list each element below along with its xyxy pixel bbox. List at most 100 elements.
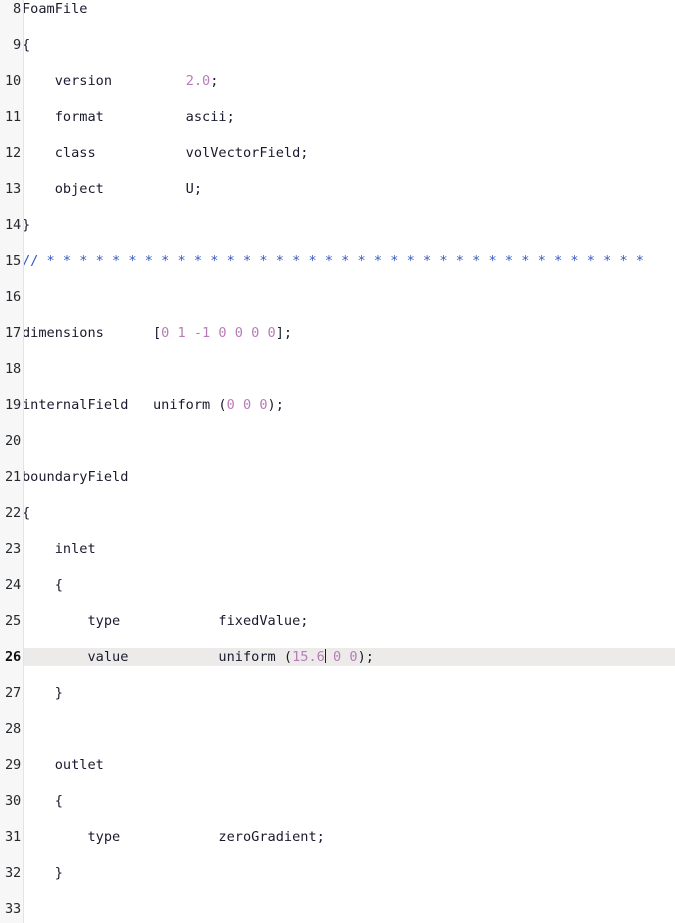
comment-token: // * * * * * * * * * * * * * * * * * * *… [22,253,644,269]
code-line-content: boundaryField [22,468,128,486]
line-number: 29 [5,757,21,773]
number-token: 0 0 [333,649,358,665]
code-line[interactable]: 24 { [0,576,675,594]
line-number: 20 [5,433,21,449]
line-number: 33 [5,901,21,917]
code-token: class volVectorField; [22,145,309,161]
code-line[interactable]: 8 FoamFile [0,0,675,18]
line-number: 9 [13,37,21,53]
code-token: internalField uniform ( [22,397,227,413]
code-token: } [22,217,31,233]
line-number: 26 [5,649,21,665]
code-token: } [22,865,63,881]
code-line[interactable]: 19 internalField uniform (0 0 0); [0,396,675,414]
line-number: 14 [5,217,21,233]
code-token: version [22,73,186,89]
number-token: 2.0 [185,73,211,89]
code-line[interactable]: 16 [0,288,675,306]
line-number: 32 [5,865,21,881]
code-line-content: type zeroGradient; [22,828,325,846]
code-line-content: } [22,684,63,702]
line-number: 23 [5,541,21,557]
code-line-content: { [22,36,30,54]
code-line-current[interactable]: 26 value uniform (15.6 0 0); [0,648,675,666]
code-line-content: version 2.0; [22,72,219,90]
code-token: ]; [275,325,293,341]
code-line[interactable]: 33 [0,900,675,918]
code-token: { [22,577,63,593]
number-token: 0 1 -1 0 0 0 0 [161,325,276,341]
code-line[interactable]: 17 dimensions [0 1 -1 0 0 0 0]; [0,324,675,342]
line-number: 31 [5,829,21,845]
code-line-content: internalField uniform (0 0 0); [22,396,284,414]
code-token: ); [357,649,374,665]
code-line-content: inlet [22,540,96,558]
code-line[interactable]: 27 } [0,684,675,702]
code-line[interactable]: 22{ [0,504,675,522]
code-token: type fixedValue; [22,613,309,629]
code-line-content: // * * * * * * * * * * * * * * * * * * *… [22,252,644,270]
code-line[interactable]: 31 type zeroGradient; [0,828,675,846]
code-token: format ascii; [22,109,235,125]
code-token: { [22,505,31,521]
code-line[interactable]: 30 { [0,792,675,810]
code-line-content: object U; [22,180,202,198]
line-number: 8 [13,1,21,17]
line-number: 28 [5,721,21,737]
line-number: 12 [5,145,21,161]
line-number: 22 [5,505,21,521]
code-line-content: outlet [22,756,104,774]
line-number: 24 [5,577,21,593]
code-token: ; [210,73,219,89]
code-line[interactable]: 13 object U; [0,180,675,198]
code-editor[interactable]: 8 FoamFile 9{10 version 2.0; 11 format asci… [0,0,675,923]
code-token: { [22,793,63,809]
code-line[interactable]: 21 boundaryField [0,468,675,486]
line-number: 21 [5,469,21,485]
line-number: 17 [5,325,21,341]
code-line[interactable]: 29 outlet [0,756,675,774]
line-number: 25 [5,613,21,629]
code-line[interactable]: 14} [0,216,675,234]
code-line-content: format ascii; [22,108,235,126]
code-line-content: { [22,504,30,522]
line-number: 11 [5,109,21,125]
code-line-content: dimensions [0 1 -1 0 0 0 0]; [22,324,292,342]
code-text-area[interactable]: 8 FoamFile 9{10 version 2.0; 11 format asci… [0,0,675,923]
code-token: } [22,685,63,701]
code-line[interactable]: 15// * * * * * * * * * * * * * * * * * *… [0,252,675,270]
number-token: 15.6 [292,649,325,665]
code-token: boundaryField [22,469,129,485]
line-number: 19 [5,397,21,413]
code-line[interactable]: 25 type fixedValue; [0,612,675,630]
code-line-content: } [22,216,30,234]
line-number: 18 [5,361,21,377]
code-line[interactable]: 20 [0,432,675,450]
code-line-content: { [22,792,63,810]
code-line[interactable]: 10 version 2.0; [0,72,675,90]
line-number: 13 [5,181,21,197]
code-token: { [22,37,31,53]
line-number: 16 [5,289,21,305]
line-number: 27 [5,685,21,701]
code-line[interactable]: 12 class volVectorField; [0,144,675,162]
code-line[interactable]: 23 inlet [0,540,675,558]
code-token: value uniform ( [22,649,293,665]
code-line[interactable]: 11 format ascii; [0,108,675,126]
code-line[interactable]: 28 [0,720,675,738]
code-line-content: class volVectorField; [22,144,309,162]
code-line[interactable]: 18 [0,360,675,378]
code-token: outlet [22,757,104,773]
code-line[interactable]: 32 } [0,864,675,882]
code-token: inlet [22,541,96,557]
line-number: 30 [5,793,21,809]
code-line-content: } [22,864,63,882]
number-token: 0 0 0 [226,397,268,413]
code-token: type zeroGradient; [22,829,325,845]
code-line-content: FoamFile [22,0,87,18]
code-line[interactable]: 9{ [0,36,675,54]
code-token: object U; [22,181,203,197]
code-line-content: type fixedValue; [22,612,308,630]
code-line-content: value uniform (15.6 0 0); [22,648,374,666]
